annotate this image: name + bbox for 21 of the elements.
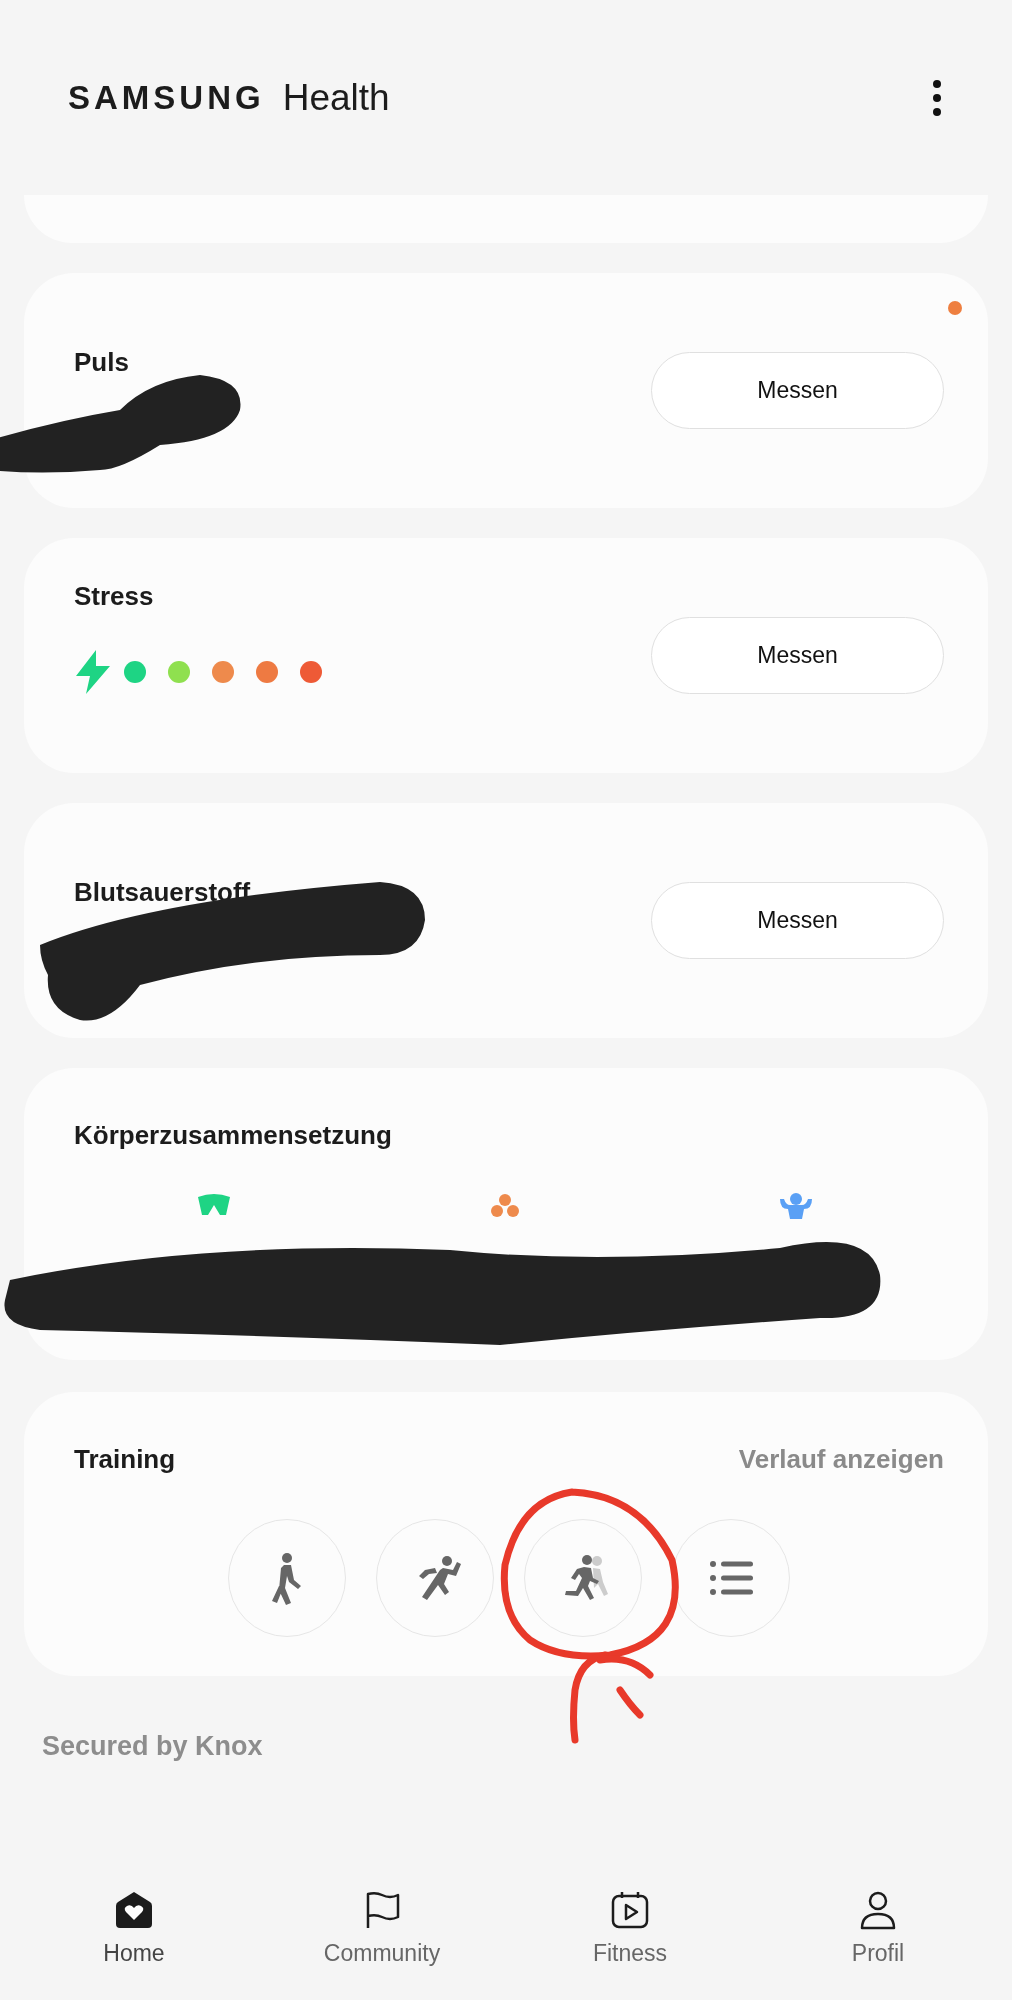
measure-button[interactable]: Messen (651, 617, 944, 694)
security-note: Secured by Knox (42, 1730, 264, 1763)
card-title: Stress (74, 580, 155, 613)
measure-button[interactable]: Messen (651, 882, 944, 959)
nav-tab[interactable]: Community (307, 1890, 457, 1971)
card-title: Puls (74, 345, 130, 379)
nav-tab[interactable]: Home (59, 1890, 209, 1971)
calendar-play-icon (610, 1890, 650, 1930)
measure-button[interactable]: Messen (651, 352, 944, 429)
home-icon (114, 1890, 154, 1930)
card-title: Blutsauerstoff (74, 875, 252, 909)
nav-tab[interactable]: Profil (803, 1890, 953, 1971)
more-icon (932, 77, 942, 118)
lightning-icon (74, 650, 112, 694)
card-title: Training (74, 1443, 176, 1476)
person-icon (858, 1890, 898, 1930)
brand-logo: SAMSUNG (68, 77, 265, 118)
muscle-icon (777, 1193, 814, 1219)
nav-tab[interactable]: Fitness (555, 1890, 705, 1971)
card-title: Körperzusammensetzung (74, 1119, 393, 1152)
app-title: Health (282, 75, 390, 120)
